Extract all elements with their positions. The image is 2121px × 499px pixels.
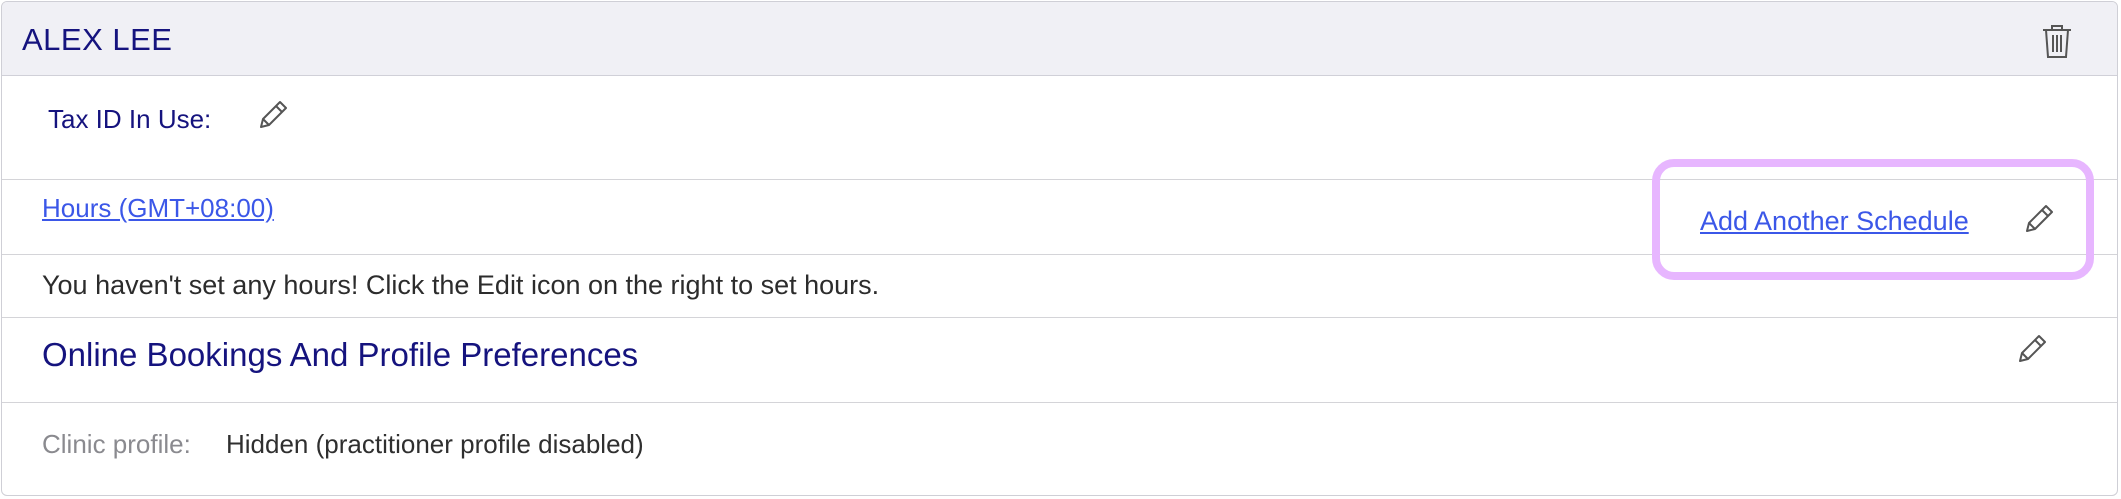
tax-id-label: Tax ID In Use: (48, 104, 212, 134)
clinic-profile-row: Clinic profile: Hidden (practitioner pro… (2, 403, 2117, 495)
hours-link[interactable]: Hours (GMT+08:00) (42, 193, 274, 224)
pencil-icon[interactable] (2022, 202, 2056, 236)
pencil-icon[interactable] (256, 98, 290, 132)
add-another-schedule-link[interactable]: Add Another Schedule (1700, 206, 1969, 237)
clinic-profile-label: Clinic profile: (42, 429, 191, 459)
card-header: ALEX LEE (2, 2, 2117, 76)
online-bookings-title: Online Bookings And Profile Preferences (42, 336, 639, 373)
online-bookings-row: Online Bookings And Profile Preferences (2, 318, 2117, 403)
practitioner-name: ALEX LEE (22, 22, 173, 57)
no-hours-message: You haven't set any hours! Click the Edi… (42, 270, 880, 300)
trash-icon[interactable] (2041, 23, 2073, 59)
clinic-profile-value: Hidden (practitioner profile disabled) (226, 429, 644, 459)
pencil-icon[interactable] (2015, 332, 2049, 366)
